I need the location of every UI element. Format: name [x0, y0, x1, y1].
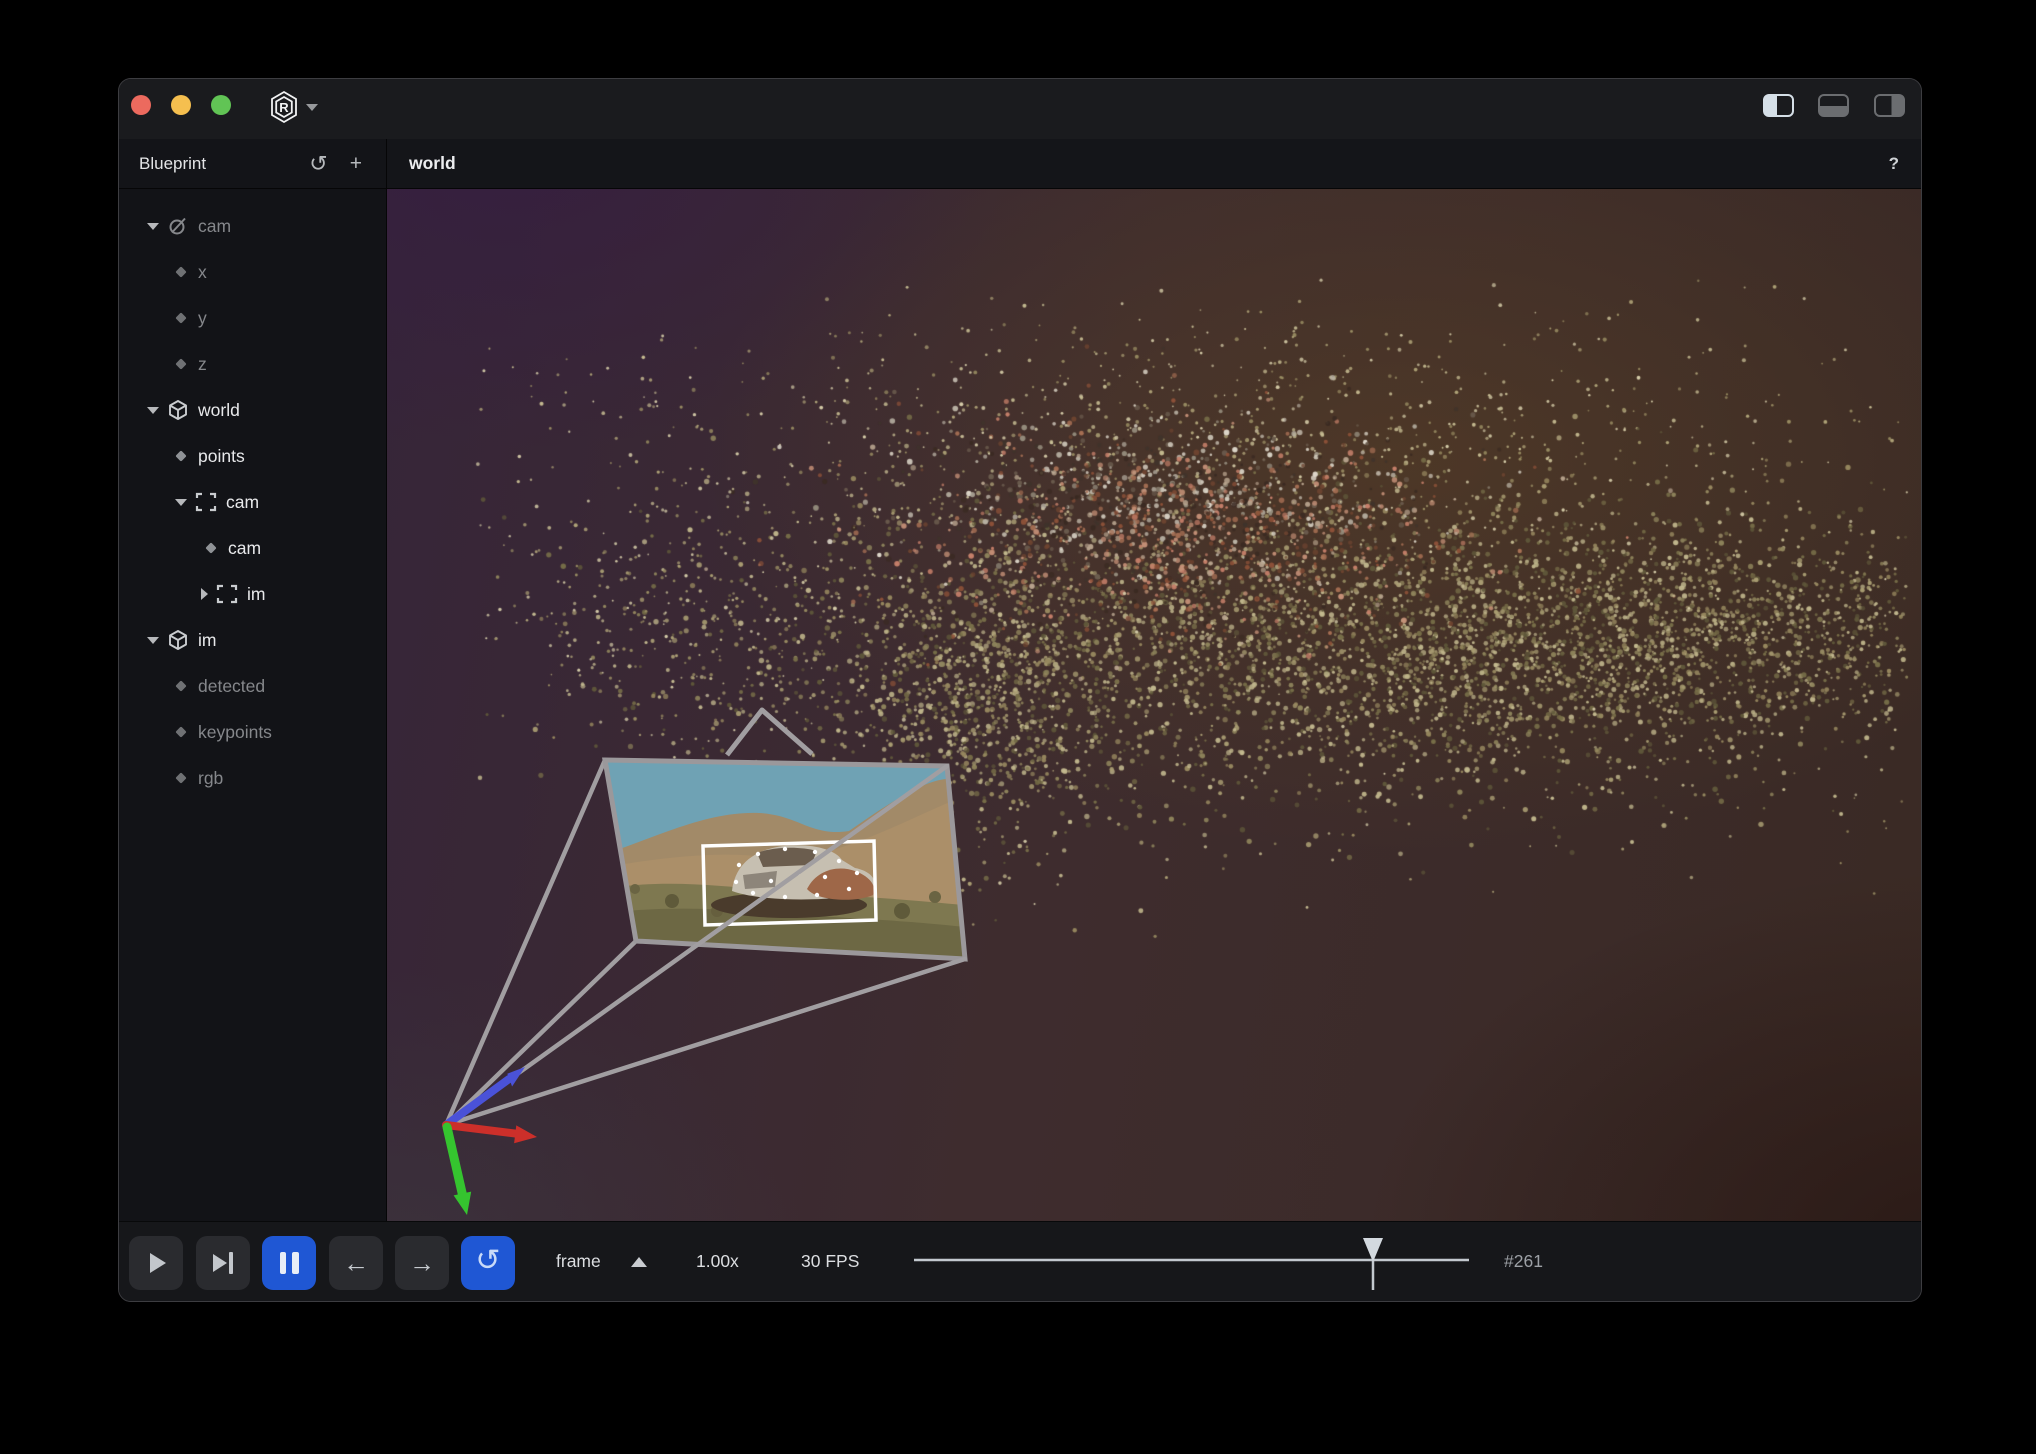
component-icon	[175, 726, 186, 737]
tree-item-label: z	[198, 354, 207, 375]
cube-icon	[167, 399, 189, 421]
rerun-logo-icon: R	[269, 90, 299, 124]
tree-item-label: cam	[226, 492, 259, 513]
tree-item-points[interactable]: points	[119, 433, 386, 479]
toggle-left-panel-button[interactable]	[1763, 94, 1794, 117]
tree-item-label: keypoints	[198, 722, 272, 743]
tree-item-cam[interactable]: cam	[119, 479, 386, 525]
tree-item-label: world	[198, 400, 240, 421]
tree-item-label: detected	[198, 676, 265, 697]
app-window: R Blueprint ↺ + cam x y z world points cam cam i…	[118, 78, 1922, 1302]
tree-item-rgb[interactable]: rgb	[119, 755, 386, 801]
camera-frustum-overlay	[387, 189, 1922, 1223]
close-button[interactable]	[131, 95, 151, 115]
blueprint-panel: Blueprint ↺ + cam x y z world points cam cam im i…	[119, 139, 387, 1223]
cube-icon	[167, 629, 189, 651]
rerun-menu-button[interactable]: R	[269, 90, 318, 124]
toggle-right-panel-button[interactable]	[1874, 94, 1905, 117]
tree-item-label: rgb	[198, 768, 223, 789]
tree-item-cam[interactable]: cam	[119, 525, 386, 571]
timeline-scrubber[interactable]	[119, 1222, 1922, 1302]
tree-item-label: im	[198, 630, 216, 651]
camera-up-indicator	[727, 710, 812, 755]
view-header: world ?	[387, 139, 1921, 189]
expand-triangle-icon[interactable]	[147, 637, 159, 644]
tree-item-world[interactable]: world	[119, 387, 386, 433]
tree-item-y[interactable]: y	[119, 295, 386, 341]
tree-item-z[interactable]: z	[119, 341, 386, 387]
toggle-bottom-panel-button[interactable]	[1818, 94, 1849, 117]
chevron-down-icon	[306, 104, 318, 111]
playhead-marker[interactable]	[1363, 1238, 1383, 1262]
frame-icon	[216, 583, 238, 605]
y-axis-arrow	[447, 1127, 463, 1197]
add-view-button[interactable]: +	[350, 153, 362, 174]
tree-item-keypoints[interactable]: keypoints	[119, 709, 386, 755]
component-icon	[175, 772, 186, 783]
component-icon	[175, 312, 186, 323]
reset-blueprint-button[interactable]: ↺	[309, 153, 327, 175]
collapse-triangle-icon[interactable]	[201, 588, 208, 600]
x-axis-arrow	[446, 1125, 519, 1134]
blueprint-header: Blueprint ↺ +	[119, 139, 386, 189]
svg-text:R: R	[279, 100, 289, 115]
time-panel: ← → ↺ frame 1.00x 30 FPS #261	[119, 1221, 1921, 1301]
expand-triangle-icon[interactable]	[147, 407, 159, 414]
component-icon	[175, 266, 186, 277]
view-title: world	[409, 153, 1889, 174]
tree-item-im[interactable]: im	[119, 571, 386, 617]
tree-item-x[interactable]: x	[119, 249, 386, 295]
tree-item-label: x	[198, 262, 207, 283]
blueprint-tree: cam x y z world points cam cam im im detected keypo…	[119, 189, 386, 801]
help-icon[interactable]: ?	[1889, 154, 1899, 174]
tree-item-detected[interactable]: detected	[119, 663, 386, 709]
frame-counter: #261	[1504, 1251, 1543, 1272]
frame-icon	[195, 491, 217, 513]
tree-item-im[interactable]: im	[119, 617, 386, 663]
tree-item-label: im	[247, 584, 265, 605]
component-icon	[205, 542, 216, 553]
zoom-button[interactable]	[211, 95, 231, 115]
tree-item-label: cam	[198, 216, 231, 237]
3d-viewport[interactable]	[387, 189, 1922, 1223]
tree-item-label: cam	[228, 538, 261, 559]
expand-triangle-icon[interactable]	[147, 223, 159, 230]
expand-triangle-icon[interactable]	[175, 499, 187, 506]
main-view: world ?	[387, 139, 1921, 1223]
tree-item-label: y	[198, 308, 207, 329]
plot-view-icon	[167, 215, 189, 237]
titlebar: R	[119, 79, 1921, 139]
tree-item-label: points	[198, 446, 245, 467]
component-icon	[175, 680, 186, 691]
minimize-button[interactable]	[171, 95, 191, 115]
tree-item-cam[interactable]: cam	[119, 203, 386, 249]
component-icon	[175, 450, 186, 461]
component-icon	[175, 358, 186, 369]
blueprint-title: Blueprint	[139, 154, 309, 174]
